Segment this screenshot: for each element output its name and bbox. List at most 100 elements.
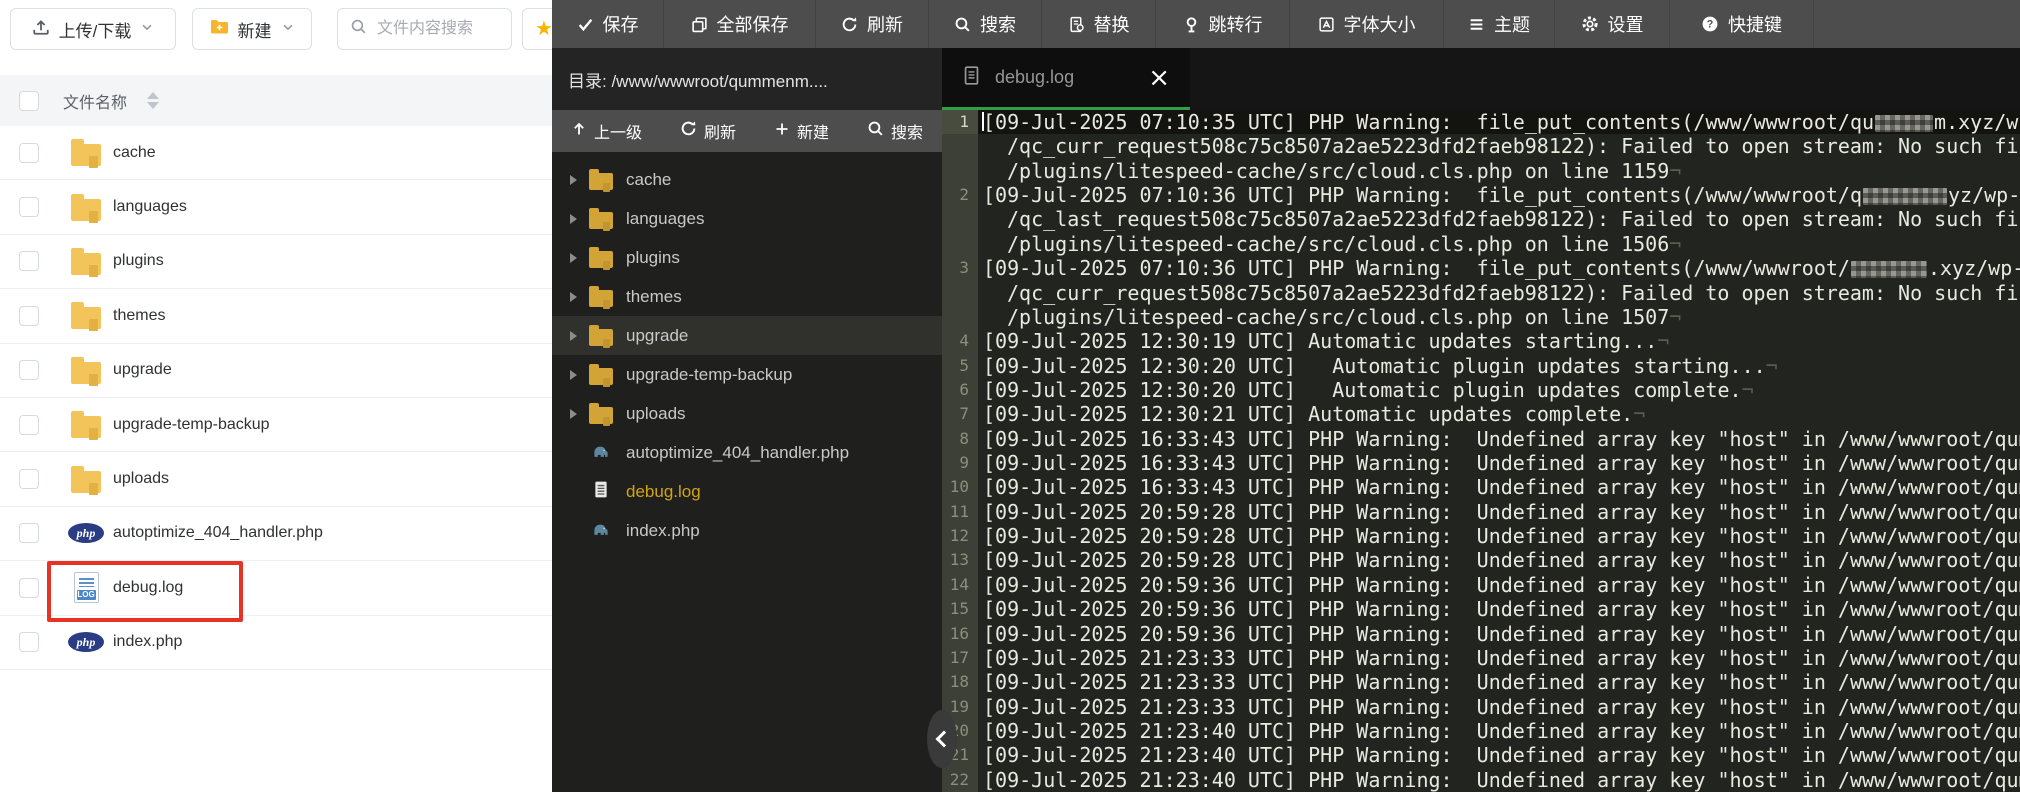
save-all-button[interactable]: 全部保存 (664, 0, 816, 48)
copy-icon (691, 16, 708, 33)
row-checkbox[interactable] (19, 415, 39, 435)
log-text: [09-Jul-2025 21:23:40 UTC] PHP Warning: … (978, 743, 2020, 767)
log-line-5: 5[09-Jul-2025 12:30:20 UTC] Automatic pl… (942, 354, 2020, 378)
log-line-15: 15[09-Jul-2025 20:59:36 UTC] PHP Warning… (942, 597, 2020, 621)
tree-refresh-button[interactable]: 刷新 (680, 119, 736, 143)
row-checkbox[interactable] (19, 469, 39, 489)
log-text: /qc_last_request508c75c8507a2ae5223dfd2f… (978, 207, 2020, 231)
chevron-spacer (570, 448, 577, 458)
new-button[interactable]: 新建 (192, 8, 312, 50)
expand-chevron-icon[interactable] (570, 214, 577, 224)
file-row-uploads[interactable]: uploads (0, 452, 552, 506)
row-checkbox[interactable] (19, 578, 39, 598)
row-checkbox[interactable] (19, 306, 39, 326)
goto-line-button[interactable]: 跳转行 (1156, 0, 1290, 48)
shortcuts-button[interactable]: ?快捷键 (1670, 0, 1814, 48)
file-row-upgrade[interactable]: upgrade (0, 344, 552, 398)
row-checkbox[interactable] (19, 360, 39, 380)
expand-chevron-icon[interactable] (570, 253, 577, 263)
file-name: cache (113, 144, 156, 162)
tree-item-autoptimize_404_handler.php[interactable]: autoptimize_404_handler.php (552, 433, 942, 472)
log-text: [09-Jul-2025 20:59:36 UTC] PHP Warning: … (978, 573, 2020, 597)
file-row-cache[interactable]: cache (0, 126, 552, 180)
line-number: 17 (942, 646, 978, 670)
log-line-21: 21[09-Jul-2025 21:23:40 UTC] PHP Warning… (942, 743, 2020, 767)
log-text: [09-Jul-2025 16:33:43 UTC] PHP Warning: … (978, 451, 2020, 475)
upload-download-button[interactable]: 上传/下载 (10, 8, 176, 50)
file-row-index.php[interactable]: phpindex.php (0, 616, 552, 670)
save-button[interactable]: 保存 (552, 0, 664, 48)
replace-label: 替换 (1094, 11, 1130, 37)
theme-button[interactable]: 主题 (1444, 0, 1555, 48)
content-search-input[interactable] (375, 19, 497, 39)
log-text: /qc_curr_request508c75c8507a2ae5223dfd2f… (978, 134, 2020, 158)
row-checkbox[interactable] (19, 251, 39, 271)
log-text: [09-Jul-2025 07:10:36 UTC] PHP Warning: … (978, 183, 2020, 207)
tree-item-themes[interactable]: themes (552, 277, 942, 316)
folder-icon (71, 416, 101, 438)
expand-chevron-icon[interactable] (570, 331, 577, 341)
row-checkbox[interactable] (19, 632, 39, 652)
refresh-button[interactable]: 刷新 (816, 0, 929, 48)
close-tab-icon[interactable]: × (1148, 65, 1170, 91)
file-row-languages[interactable]: languages (0, 180, 552, 234)
expand-chevron-icon[interactable] (570, 370, 577, 380)
save-label: 保存 (603, 11, 639, 37)
tree-item-label: upgrade-temp-backup (626, 365, 792, 385)
log-line-10: 10[09-Jul-2025 16:33:43 UTC] PHP Warning… (942, 475, 2020, 499)
log-text: [09-Jul-2025 21:23:33 UTC] PHP Warning: … (978, 646, 2020, 670)
tree-item-plugins[interactable]: plugins (552, 238, 942, 277)
tree-item-index.php[interactable]: index.php (552, 511, 942, 550)
tree-item-upgrade-temp-backup[interactable]: upgrade-temp-backup (552, 355, 942, 394)
log-line-1-wrap2: /plugins/litespeed-cache/src/cloud.cls.p… (942, 159, 2020, 183)
line-number: 1 (942, 110, 978, 134)
search-icon (954, 16, 971, 33)
code-area[interactable]: 1[09-Jul-2025 07:10:35 UTC] PHP Warning:… (942, 110, 2020, 792)
file-row-upgrade-temp-backup[interactable]: upgrade-temp-backup (0, 398, 552, 452)
tree-toolbar: 上一级 刷新 新建 搜索 (552, 110, 942, 152)
file-tree: cachelanguagespluginsthemesupgrade upgrad… (552, 152, 942, 792)
tab-debug-log[interactable]: debug.log × (942, 48, 1190, 110)
log-line-19: 19[09-Jul-2025 21:23:33 UTC] PHP Warning… (942, 695, 2020, 719)
favorites-button[interactable]: ★ (522, 8, 552, 50)
file-row-themes[interactable]: themes (0, 289, 552, 343)
row-checkbox[interactable] (19, 143, 39, 163)
replace-button[interactable]: 替换 (1042, 0, 1156, 48)
tree-up-button[interactable]: 上一级 (571, 119, 642, 143)
tree-new-button[interactable]: 新建 (774, 119, 829, 143)
log-text: [09-Jul-2025 12:30:20 UTC] Automatic plu… (978, 354, 2020, 378)
folder-icon (589, 251, 613, 268)
row-checkbox[interactable] (19, 197, 39, 217)
line-number: 5 (942, 354, 978, 378)
refresh-label: 刷新 (867, 11, 903, 37)
tree-item-label: autoptimize_404_handler.php (626, 443, 849, 463)
expand-chevron-icon[interactable] (570, 292, 577, 302)
expand-chevron-icon[interactable] (570, 409, 577, 419)
file-row-autoptimize_404_handler.php[interactable]: phpautoptimize_404_handler.php (0, 507, 552, 561)
folder-icon (71, 307, 101, 329)
file-name: debug.log (113, 579, 183, 597)
tree-item-uploads[interactable]: uploads (552, 394, 942, 433)
tree-item-languages[interactable]: languages (552, 199, 942, 238)
line-number: 15 (942, 597, 978, 621)
sort-icon[interactable] (147, 92, 159, 109)
expand-chevron-icon[interactable] (570, 175, 577, 185)
chevron-spacer (570, 487, 577, 497)
text-cursor (982, 112, 984, 131)
log-file-icon (74, 572, 99, 603)
tree-search-button[interactable]: 搜索 (867, 119, 923, 143)
tree-item-upgrade[interactable]: upgrade (552, 316, 942, 355)
line-number: 10 (942, 475, 978, 499)
collapse-sidebar-handle[interactable] (927, 710, 957, 768)
file-row-debug.log[interactable]: debug.log (0, 561, 552, 615)
file-row-plugins[interactable]: plugins (0, 235, 552, 289)
font-size-button[interactable]: 字体大小 (1290, 0, 1444, 48)
file-manager-panel: 上传/下载 新建 ★ 文件名称 cachelanguagespluginsthe… (0, 0, 552, 792)
tree-item-debug.log[interactable]: debug.log (552, 472, 942, 511)
search-button[interactable]: 搜索 (929, 0, 1042, 48)
log-line-2-wrap1: /qc_last_request508c75c8507a2ae5223dfd2f… (942, 207, 2020, 231)
row-checkbox[interactable] (19, 523, 39, 543)
select-all-checkbox[interactable] (19, 91, 39, 111)
tree-item-cache[interactable]: cache (552, 160, 942, 199)
settings-button[interactable]: 设置 (1555, 0, 1670, 48)
